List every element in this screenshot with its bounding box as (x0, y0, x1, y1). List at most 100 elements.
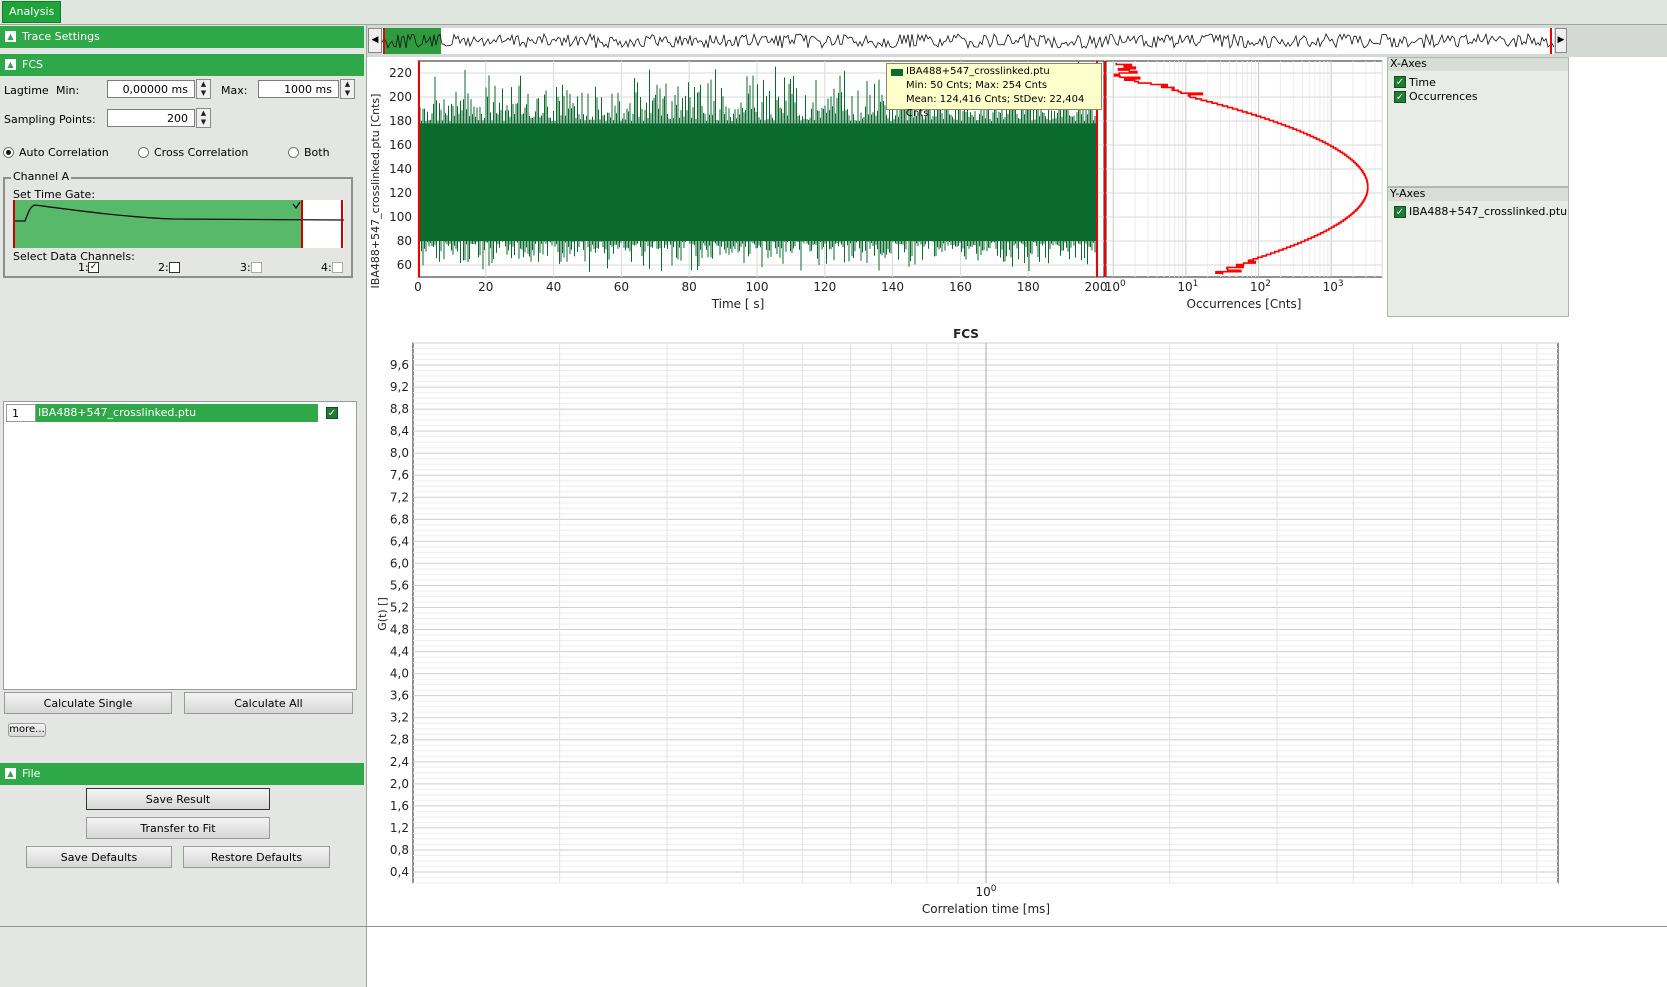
sampling-spinner[interactable]: ▲ ▼ (196, 108, 211, 128)
overview-trace[interactable] (382, 28, 1554, 54)
max-label: Max: (221, 84, 248, 97)
channel-1-checkbox[interactable]: ✓ (88, 262, 99, 273)
y-axes-legend: Y-Axes ✓ IBA488+547_crosslinked.ptu (1387, 187, 1569, 317)
trace-y-tick-label: 180 (389, 114, 412, 128)
radio-auto-label: Auto Correlation (19, 146, 109, 159)
file-checkbox[interactable]: ✓ (326, 407, 338, 419)
fcs-y-tick-label: 7,2 (390, 490, 409, 504)
radio-auto-correlation[interactable] (3, 147, 14, 158)
collapse-triangle-icon[interactable]: ▲ (5, 59, 16, 70)
scroll-left-arrow-icon[interactable]: ◀ (368, 28, 382, 53)
fcs-x-ticks: 100 (975, 884, 996, 899)
fcs-y-tick-label: 2,0 (390, 777, 409, 791)
y-axes-title: Y-Axes (1388, 188, 1568, 201)
collapse-triangle-icon[interactable]: ▲ (5, 31, 16, 42)
tab-bar: Analysis (0, 0, 1667, 25)
trace-x-ticks: 0 20 40 60 80 100 120 140 160 180 200 (414, 280, 1107, 294)
fcs-y-tick-label: 1,6 (390, 799, 409, 813)
x-axis-occurrences-label: Occurrences (1409, 90, 1478, 103)
tooltip-swatch (891, 69, 903, 76)
trace-x-tick-label: 20 (478, 280, 493, 294)
section-title: File (22, 767, 41, 780)
trace-x-tick-label: 80 (682, 280, 697, 294)
trace-x-tick-label: 180 (1017, 280, 1040, 294)
max-spinner[interactable]: ▲ ▼ (340, 79, 355, 99)
trace-y-tick-label: 140 (389, 162, 412, 176)
time-gate-graph[interactable] (13, 200, 344, 248)
x-axis-occurrences-checkbox[interactable]: ✓ (1394, 91, 1406, 103)
spin-up-icon[interactable]: ▲ (341, 80, 354, 89)
spin-up-icon[interactable]: ▲ (197, 80, 210, 89)
x-axis-time-checkbox[interactable]: ✓ (1394, 76, 1406, 88)
fcs-y-tick-label: 4,8 (390, 623, 409, 637)
section-title: Trace Settings (22, 30, 100, 43)
trace-x-label: Time [ s] (711, 297, 765, 311)
fcs-y-tick-label: 8,4 (390, 424, 409, 438)
sampling-points-field[interactable]: 200 (107, 109, 195, 127)
fcs-y-tick-label: 5,6 (390, 578, 409, 592)
section-file[interactable]: ▲ File (0, 763, 364, 785)
fcs-y-tick-label: 9,6 (390, 358, 409, 372)
trace-x-tick-label: 160 (949, 280, 972, 294)
lagtime-max-field[interactable]: 1000 ms (258, 80, 339, 98)
hist-x-tick-label: 103 (1323, 279, 1344, 294)
section-title: FCS (22, 58, 43, 71)
sampling-label: Sampling Points: (4, 113, 96, 126)
lagtime-min-field[interactable]: 0,00000 ms (107, 80, 195, 98)
x-axes-legend: X-Axes ✓ Time ✓ Occurrences (1387, 57, 1569, 187)
more-button[interactable]: more... (8, 723, 46, 737)
fcs-y-tick-label: 0,4 (390, 865, 409, 879)
save-defaults-button[interactable]: Save Defaults (26, 846, 172, 868)
overview-selection-window[interactable] (384, 28, 441, 54)
section-fcs[interactable]: ▲ FCS (0, 54, 364, 76)
select-channels-label: Select Data Channels: (13, 250, 135, 263)
calculate-all-button[interactable]: Calculate All (184, 692, 353, 714)
file-index: 1 (6, 404, 36, 422)
trace-x-tick-label: 100 (746, 280, 769, 294)
spin-down-icon[interactable]: ▼ (341, 89, 354, 98)
spin-down-icon[interactable]: ▼ (197, 89, 210, 98)
hist-x-tick-label: 102 (1250, 279, 1271, 294)
fcs-y-tick-label: 1,2 (390, 821, 409, 835)
channel-2-checkbox[interactable] (169, 262, 180, 273)
channel-3-checkbox[interactable] (251, 262, 262, 273)
save-result-button[interactable]: Save Result (86, 788, 270, 810)
fcs-y-ticks: 9,6 9,2 8,8 8,4 8,0 7,6 7,2 6,8 6,4 6,0 5,6 5,2 4,8 4… (390, 358, 409, 879)
radio-cross-correlation[interactable] (138, 147, 149, 158)
fcs-y-tick-label: 6,0 (390, 556, 409, 570)
trace-x-tick-label: 0 (414, 280, 422, 294)
fcs-y-tick-label: 9,2 (390, 380, 409, 394)
fcs-chart-title: FCS (953, 327, 979, 341)
radio-both[interactable] (288, 147, 299, 158)
collapse-triangle-icon[interactable]: ▲ (5, 768, 16, 779)
min-label: Min: (56, 84, 80, 97)
fcs-x-label: Correlation time [ms] (922, 902, 1050, 916)
scroll-right-arrow-icon[interactable]: ▶ (1555, 28, 1567, 53)
restore-defaults-button[interactable]: Restore Defaults (183, 846, 330, 868)
y-axis-series-checkbox[interactable]: ✓ (1394, 206, 1406, 218)
fcs-y-tick-label: 2,8 (390, 733, 409, 747)
tab-analysis[interactable]: Analysis (2, 1, 62, 23)
trace-y-tick-label: 220 (389, 66, 412, 80)
file-list[interactable]: 1 IBA488+547_crosslinked.ptu ✓ (3, 401, 357, 690)
transfer-to-fit-button[interactable]: Transfer to Fit (86, 817, 270, 839)
min-spinner[interactable]: ▲ ▼ (196, 79, 211, 99)
y-axis-series-label: IBA488+547_crosslinked.ptu (1409, 205, 1568, 218)
section-trace-settings[interactable]: ▲ Trace Settings (0, 26, 364, 48)
fcs-y-tick-label: 2,4 (390, 755, 409, 769)
gate-unselected-region (303, 200, 344, 248)
histogram-x-ticks: 100 101 102 103 (1105, 279, 1344, 294)
histogram-plot[interactable]: 100 101 102 103 Occurrences [Cnts] (1104, 57, 1386, 315)
spin-down-icon[interactable]: ▼ (197, 118, 210, 127)
fcs-y-tick-label: 5,2 (390, 600, 409, 614)
fcs-y-tick-label: 3,2 (390, 711, 409, 725)
channel-4-checkbox[interactable] (332, 262, 343, 273)
spin-up-icon[interactable]: ▲ (197, 109, 210, 118)
fcs-y-tick-label: 3,6 (390, 689, 409, 703)
file-name[interactable]: IBA488+547_crosslinked.ptu (36, 404, 320, 422)
fcs-chart[interactable]: FCS 9,6 9,2 8,8 8,4 8,0 7,6 7,2 6,8 6,4 6,0 5,6 5,2… (368, 322, 1567, 922)
calculate-single-button[interactable]: Calculate Single (4, 692, 172, 714)
trace-x-tick-label: 60 (614, 280, 629, 294)
trace-x-tick-label: 120 (813, 280, 836, 294)
overview-background (382, 28, 1554, 54)
